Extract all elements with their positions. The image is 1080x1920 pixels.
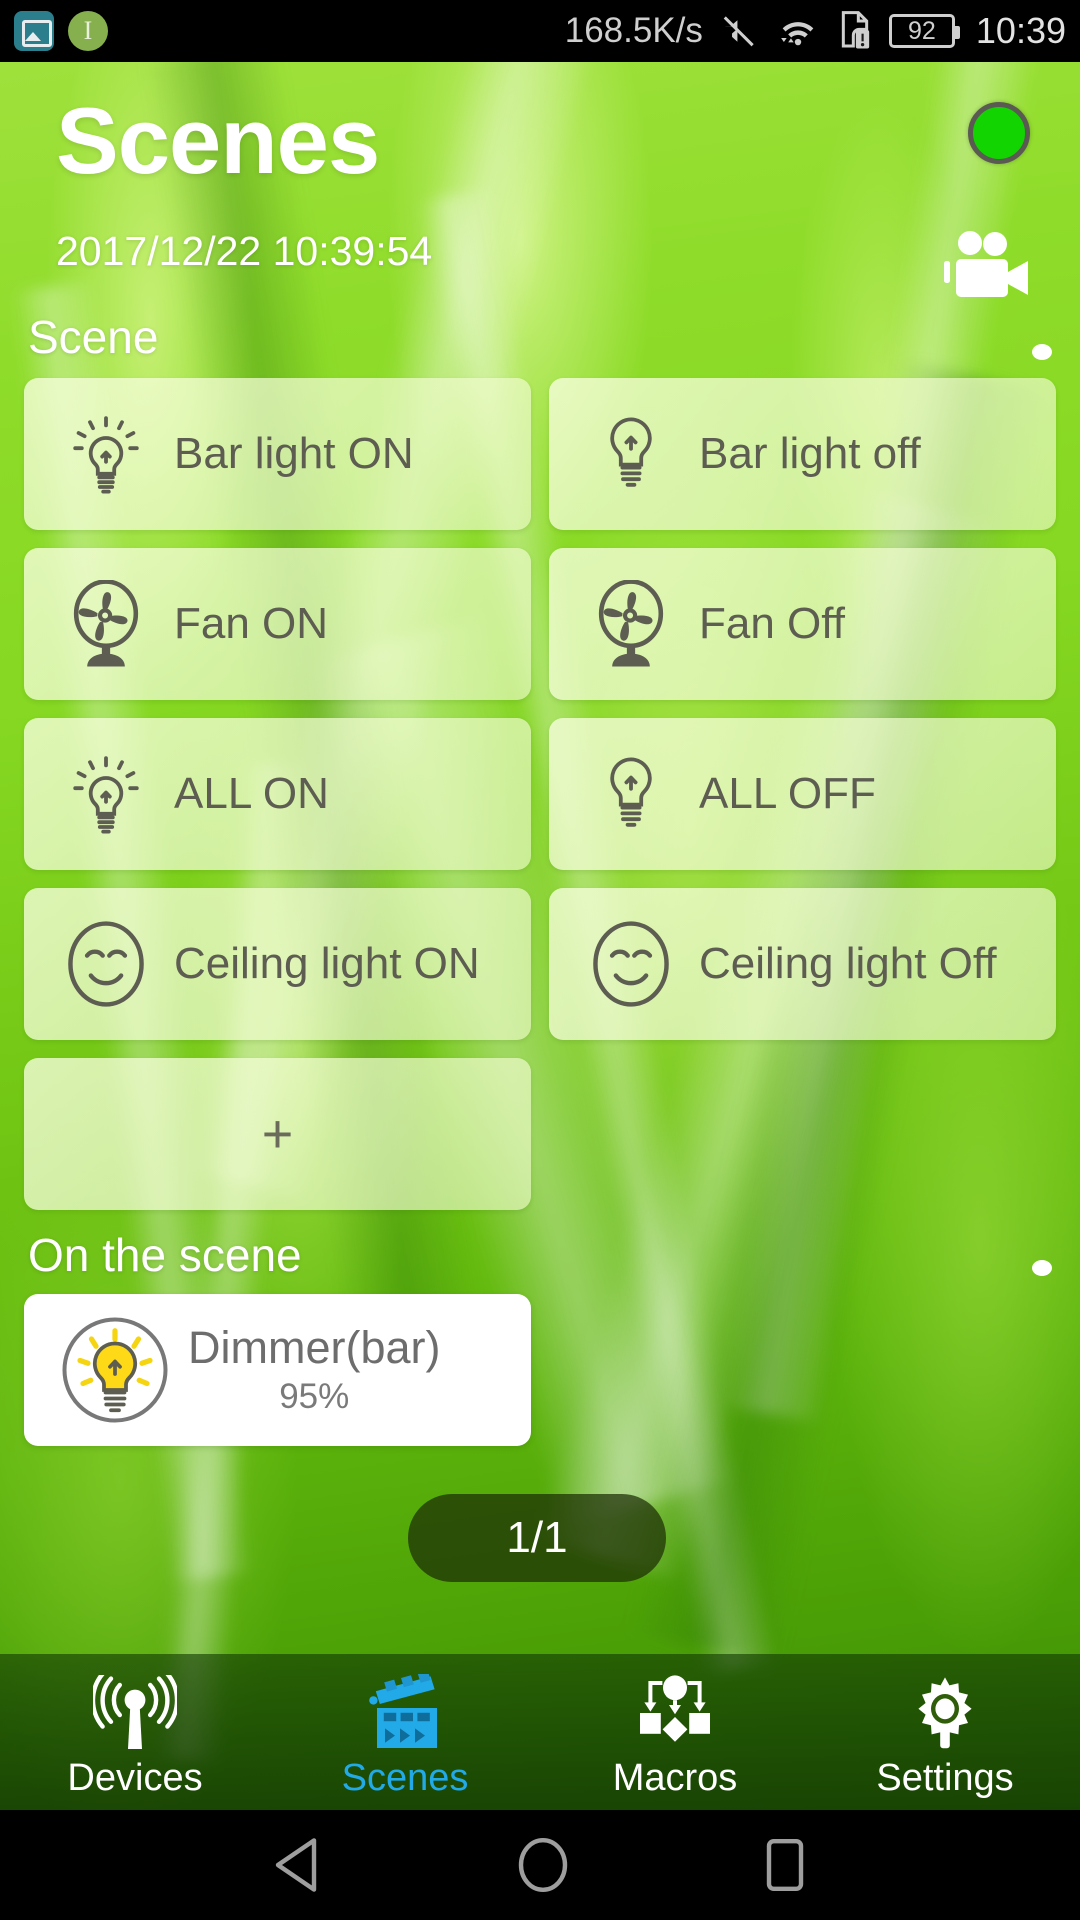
scene-tile-all-on[interactable]: ALL ON	[24, 718, 531, 870]
page-indicator-label: 1/1	[506, 1513, 568, 1562]
bulb-off-icon	[591, 750, 671, 838]
info-icon: I	[68, 11, 108, 51]
home-circle-icon[interactable]	[516, 1836, 570, 1894]
scroll-indicator-dot	[1032, 1260, 1052, 1276]
fan-icon	[591, 580, 671, 668]
device-card-dimmer[interactable]: Dimmer(bar) 95%	[24, 1294, 531, 1446]
nav-tab-label: Scenes	[341, 1756, 469, 1799]
header-datetime: 2017/12/22 10:39:54	[56, 228, 433, 274]
battery-indicator: 92	[888, 14, 960, 48]
network-speed-text: 168.5K/s	[564, 11, 703, 50]
nav-tab-label: Settings	[876, 1756, 1014, 1799]
nav-tab-label: Devices	[67, 1756, 203, 1799]
scene-tile-label: Fan ON	[174, 599, 329, 648]
mute-icon	[723, 16, 754, 47]
antenna-signal-icon	[93, 1671, 177, 1755]
android-navigation-bar	[0, 1810, 1080, 1920]
status-bar-system-icons: 168.5K/s 92 10:39	[565, 10, 1066, 52]
device-name: Dimmer(bar)	[188, 1322, 441, 1374]
dimmer-bulb-icon	[62, 1317, 168, 1423]
bulb-on-icon	[66, 750, 146, 838]
wifi-icon	[781, 22, 814, 46]
page-indicator[interactable]: 1/1	[408, 1494, 666, 1582]
back-triangle-icon[interactable]	[272, 1836, 324, 1894]
nav-tab-settings[interactable]: Settings	[810, 1654, 1080, 1810]
phone-screen: I 168.5K/s 92 10:39 Scenes 2017/12/22 10…	[0, 0, 1080, 1920]
section-title-on-the-scene: On the scene	[28, 1229, 302, 1281]
bottom-navigation-bar: Devices Scenes Macros Settings	[0, 1654, 1080, 1810]
scene-tile-label: Ceiling light Off	[699, 939, 997, 988]
bulb-on-icon	[66, 410, 146, 498]
recents-square-icon[interactable]	[762, 1836, 808, 1894]
scene-tile-bar-light-off[interactable]: Bar light off	[549, 378, 1056, 530]
scene-tile-all-off[interactable]: ALL OFF	[549, 718, 1056, 870]
scene-tile-fan-off[interactable]: Fan Off	[549, 548, 1056, 700]
nav-tab-scenes[interactable]: Scenes	[270, 1654, 540, 1810]
status-bar-notifications: I	[14, 11, 108, 51]
page-header: Scenes 2017/12/22 10:39:54 Scene	[0, 62, 1080, 363]
gallery-icon	[14, 11, 54, 51]
connection-status-led[interactable]	[968, 102, 1030, 164]
bulb-off-icon	[591, 410, 671, 498]
scene-tile-label: ALL ON	[174, 769, 329, 818]
plus-icon: +	[261, 1104, 294, 1164]
status-bar: I 168.5K/s 92 10:39	[0, 0, 1080, 62]
nav-tab-label: Macros	[612, 1756, 738, 1799]
device-card-text: Dimmer(bar) 95%	[188, 1323, 441, 1417]
scroll-indicator-dot	[1032, 344, 1052, 360]
scene-tile-bar-light-on[interactable]: Bar light ON	[24, 378, 531, 530]
scene-tile-label: ALL OFF	[699, 769, 876, 818]
camcorder-icon[interactable]	[940, 230, 1036, 300]
sim-card-alert-icon	[841, 11, 870, 49]
scene-tile-label: Bar light ON	[174, 429, 414, 478]
section-title-scene: Scene	[28, 311, 159, 363]
scene-tile-fan-on[interactable]: Fan ON	[24, 548, 531, 700]
gear-icon	[905, 1671, 985, 1755]
scene-tile-ceiling-light-off[interactable]: Ceiling light Off	[549, 888, 1056, 1040]
smiley-icon	[66, 920, 146, 1008]
smiley-icon	[591, 920, 671, 1008]
scene-tile-grid: Bar light ON Bar light off Fan ON Fan Of…	[24, 378, 1056, 1210]
clapperboard-icon	[363, 1671, 447, 1755]
fan-icon	[66, 580, 146, 668]
scene-tile-label: Fan Off	[699, 599, 845, 648]
nav-tab-devices[interactable]: Devices	[0, 1654, 270, 1810]
flowchart-icon	[632, 1671, 718, 1755]
device-value: 95%	[279, 1376, 350, 1416]
scene-tile-label: Bar light off	[699, 429, 921, 478]
scene-tile-label: Ceiling light ON	[174, 939, 480, 988]
scene-tile-ceiling-light-on[interactable]: Ceiling light ON	[24, 888, 531, 1040]
status-bar-clock: 10:39	[975, 10, 1066, 51]
add-scene-button[interactable]: +	[24, 1058, 531, 1210]
nav-tab-macros[interactable]: Macros	[540, 1654, 810, 1810]
page-title: Scenes	[56, 88, 380, 193]
battery-level-text: 92	[908, 16, 936, 45]
